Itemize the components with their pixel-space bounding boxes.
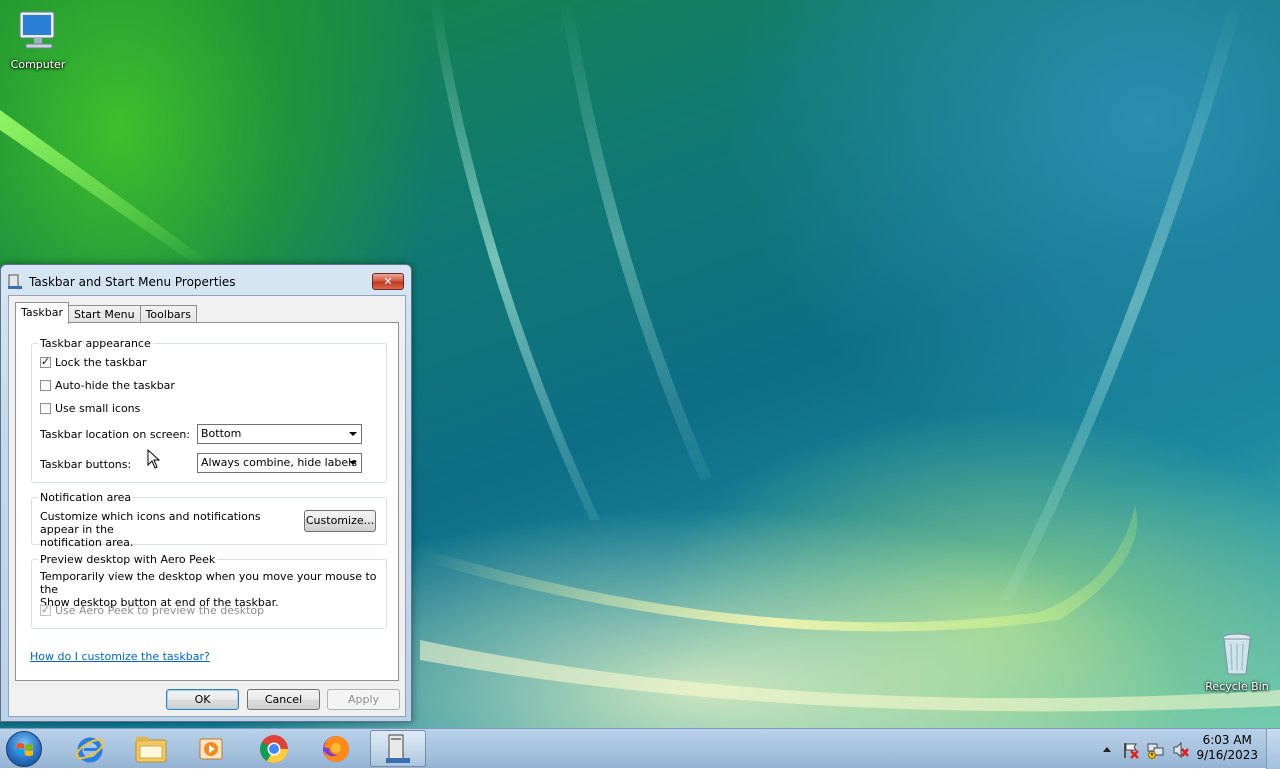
help-link[interactable]: How do I customize the taskbar? — [30, 650, 210, 663]
buttons-label: Taskbar buttons: — [40, 458, 132, 471]
chevron-down-icon — [349, 461, 357, 465]
chevron-down-icon — [349, 432, 357, 436]
taskbar-buttons-value: Always combine, hide labels — [201, 456, 357, 469]
dialog-titlebar[interactable]: Taskbar and Start Menu Properties — [7, 273, 367, 291]
taskbar-properties-window[interactable] — [370, 730, 426, 767]
taskbar-internet-explorer[interactable] — [62, 730, 118, 767]
apply-button[interactable]: Apply — [327, 689, 400, 710]
tab-strip: Taskbar Start Menu Toolbars — [15, 302, 197, 324]
internet-explorer-icon — [75, 737, 105, 762]
close-button[interactable]: ✕ — [372, 273, 404, 290]
clock-date: 9/16/2023 — [1196, 748, 1258, 762]
taskbar-properties-icon — [386, 734, 410, 763]
lock-taskbar-label: Lock the taskbar — [55, 356, 147, 369]
desktop-icon-recycle-bin[interactable]: Recycle Bin — [1199, 630, 1275, 693]
volume-muted-icon[interactable] — [1172, 741, 1190, 759]
taskbar-windows-explorer[interactable] — [123, 730, 179, 767]
taskbar-buttons-dropdown[interactable]: Always combine, hide labels — [197, 453, 362, 473]
taskbar-tab-panel: Taskbar appearance Lock the taskbar Auto… — [15, 322, 399, 681]
tab-taskbar[interactable]: Taskbar — [15, 302, 69, 324]
auto-hide-option[interactable]: Auto-hide the taskbar — [40, 379, 175, 392]
small-icons-checkbox[interactable] — [40, 403, 51, 414]
action-center-flag-icon[interactable] — [1122, 741, 1140, 759]
auto-hide-label: Auto-hide the taskbar — [55, 379, 175, 392]
group-notification-area: Notification area Customize which icons … — [31, 491, 387, 549]
media-player-icon — [199, 738, 223, 759]
taskbar-media-player[interactable] — [184, 730, 240, 767]
desktop-icon-label: Recycle Bin — [1205, 680, 1269, 693]
notification-text-line1: Customize which icons and notifications … — [40, 510, 261, 536]
auto-hide-checkbox[interactable] — [40, 380, 51, 391]
windows-logo-icon — [17, 743, 33, 756]
taskbar: 6:03 AM 9/16/2023 — [0, 728, 1280, 769]
clock[interactable]: 6:03 AM 9/16/2023 — [1196, 733, 1258, 763]
desktop-icon-computer[interactable]: Computer — [0, 8, 76, 71]
group-aero-peek: Preview desktop with Aero Peek Temporari… — [31, 553, 387, 629]
taskbar-chrome[interactable] — [246, 730, 302, 767]
aero-peek-option[interactable]: Use Aero Peek to preview the desktop — [40, 603, 265, 617]
firefox-icon — [323, 735, 349, 762]
group-title-appearance: Taskbar appearance — [38, 337, 153, 350]
network-icon[interactable] — [1147, 741, 1165, 759]
dialog-title: Taskbar and Start Menu Properties — [29, 275, 236, 289]
taskbar-properties-dialog: Taskbar and Start Menu Properties ✕ Task… — [0, 264, 412, 722]
clock-time: 6:03 AM — [1202, 733, 1252, 747]
aero-peek-label: Use Aero Peek to preview the desktop — [55, 604, 265, 617]
lock-taskbar-checkbox[interactable] — [40, 355, 51, 368]
dialog-client-area: Taskbar Start Menu Toolbars Taskbar appe… — [8, 295, 406, 717]
recycle-bin-icon — [1213, 630, 1261, 678]
location-label: Taskbar location on screen: — [40, 428, 191, 441]
notification-description: Customize which icons and notifications … — [40, 510, 302, 549]
cancel-button[interactable]: Cancel — [247, 689, 320, 710]
desktop-icon-label: Computer — [10, 58, 66, 71]
chevron-up-icon[interactable] — [1102, 745, 1112, 753]
location-value: Bottom — [201, 427, 242, 440]
customize-button[interactable]: Customize... — [304, 510, 376, 532]
small-icons-option[interactable]: Use small icons — [40, 402, 140, 415]
location-dropdown[interactable]: Bottom — [197, 424, 362, 444]
group-taskbar-appearance: Taskbar appearance Lock the taskbar Auto… — [31, 337, 387, 483]
group-title-aero-peek: Preview desktop with Aero Peek — [38, 553, 218, 566]
chrome-icon — [260, 734, 288, 763]
lock-taskbar-option[interactable]: Lock the taskbar — [40, 355, 147, 369]
group-title-notification: Notification area — [38, 491, 134, 504]
show-desktop-button[interactable] — [1266, 729, 1280, 769]
small-icons-label: Use small icons — [55, 402, 141, 415]
notification-text-line2: notification area. — [40, 536, 134, 549]
mouse-cursor-icon — [147, 449, 161, 469]
aero-peek-text-line1: Temporarily view the desktop when you mo… — [40, 570, 377, 596]
computer-icon — [14, 8, 62, 56]
start-button[interactable] — [6, 731, 42, 767]
taskbar-firefox[interactable] — [308, 730, 364, 767]
aero-peek-checkbox[interactable] — [40, 603, 51, 616]
taskbar-properties-icon — [7, 274, 23, 290]
ok-button[interactable]: OK — [166, 689, 239, 710]
windows-explorer-icon — [135, 736, 167, 762]
